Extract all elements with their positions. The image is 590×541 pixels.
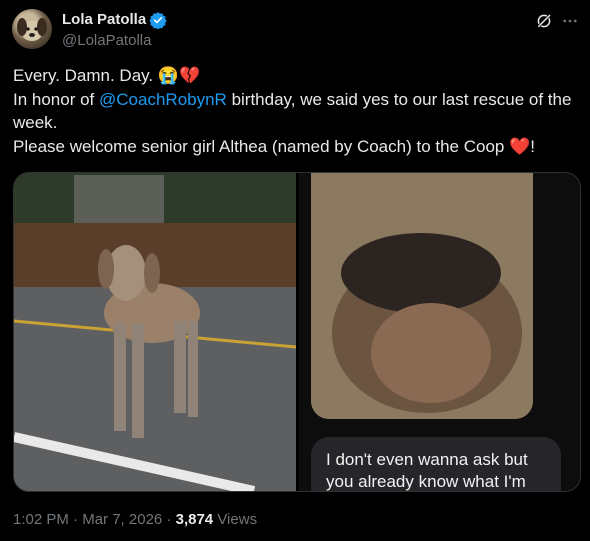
photo-screenshot-chat[interactable]: I don't even wanna ask but you already k… [299, 173, 580, 491]
photo-dog-on-road[interactable] [14, 173, 296, 491]
grok-icon[interactable] [535, 12, 553, 30]
author-handle[interactable]: @LolaPatolla [62, 32, 151, 49]
media-grid: I don't even wanna ask but you already k… [13, 172, 581, 492]
more-options-icon[interactable] [561, 12, 579, 30]
dog-photo-illustration [14, 173, 296, 491]
avatar-dog-image [17, 18, 47, 41]
dog-closeup-illustration [311, 173, 533, 419]
mention-link[interactable]: @CoachRobynR [99, 90, 227, 109]
post-time[interactable]: 1:02 PM [13, 511, 69, 528]
tweet-metadata: 1:02 PM · Mar 7, 2026 · 3,874 Views [13, 511, 257, 528]
views-count: 3,874 [175, 511, 214, 528]
tweet-line-2-prefix: In honor of [13, 89, 100, 109]
verified-badge-icon [149, 12, 167, 29]
post-date[interactable]: Mar 7, 2026 [82, 511, 162, 528]
tweet-line-3: Please welcome senior girl Althea (named… [13, 136, 535, 156]
chat-photo-dog-closeup [311, 173, 533, 419]
tweet-text: Every. Damn. Day. 😭💔 In honor of @CoachR… [13, 64, 573, 158]
tweet-line-1: Every. Damn. Day. 😭💔 [13, 66, 201, 85]
tweet-line-2: In honor of @CoachRobynR birthday, we sa… [13, 88, 573, 135]
chat-message-bubble: I don't even wanna ask but you already k… [311, 437, 561, 491]
avatar[interactable] [12, 9, 52, 49]
chat-message-text: I don't even wanna ask but you already k… [326, 450, 528, 491]
meta-separator: · [68, 511, 83, 528]
meta-separator-2: · [162, 511, 176, 528]
author-name[interactable]: Lola Patolla [62, 11, 146, 28]
views-label: Views [213, 511, 258, 528]
